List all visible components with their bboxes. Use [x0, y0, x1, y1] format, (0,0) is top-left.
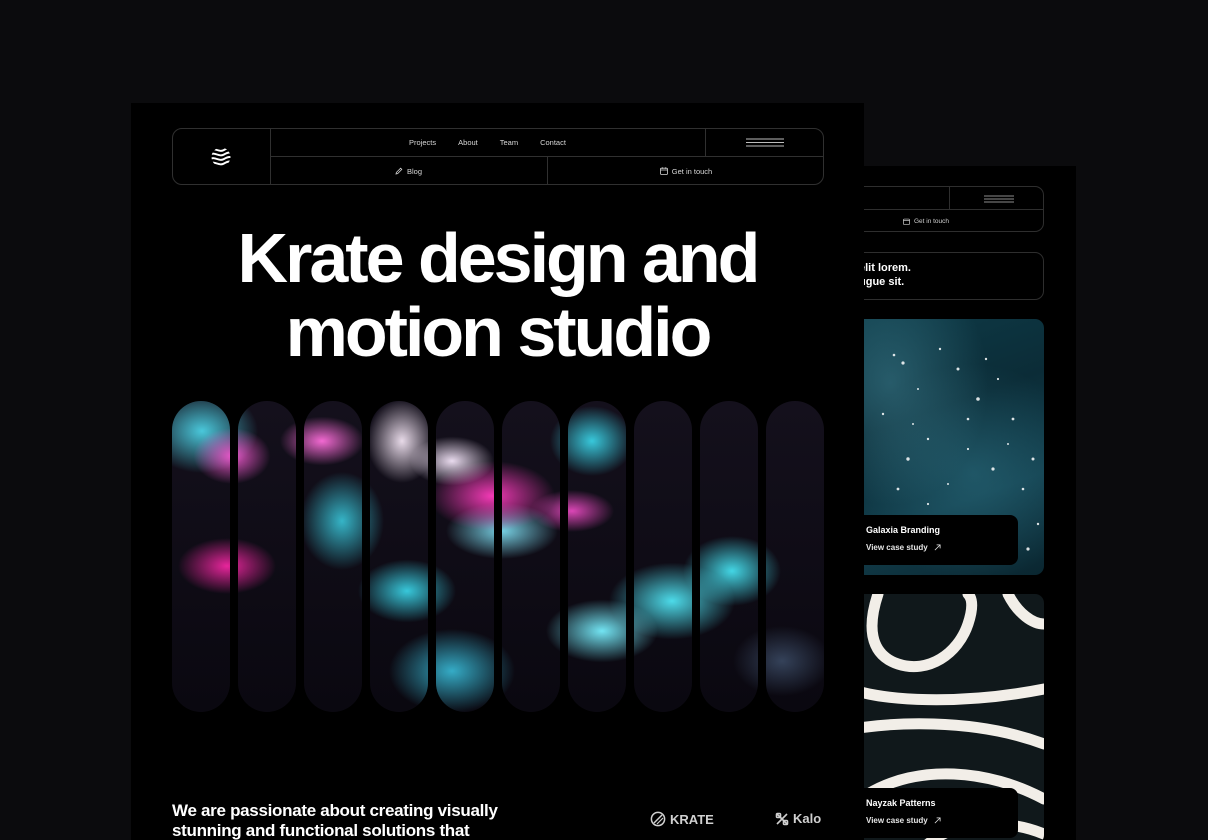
secondary-navbar: Get in touch	[848, 186, 1044, 232]
calendar-icon	[903, 218, 910, 225]
get-in-touch-button[interactable]: Get in touch	[548, 157, 824, 185]
art-strip	[568, 401, 626, 712]
art-strip	[634, 401, 692, 712]
hero-title-line-2: motion studio	[285, 293, 713, 371]
nav-link-projects[interactable]: Projects	[409, 138, 436, 147]
card-title: Nayzak Patterns	[866, 798, 936, 808]
secondary-page-preview: Get in touch elit lorem. ugue sit. Galax…	[848, 166, 1076, 840]
blog-button[interactable]: Blog	[270, 157, 547, 185]
kalo-logo-icon	[775, 812, 789, 825]
tagline-line-2: stunning and functional solutions that	[172, 821, 470, 840]
brand-name: KRATE	[670, 811, 714, 827]
tagline-line-1: We are passionate about creating visuall…	[172, 801, 498, 820]
art-strip	[436, 401, 494, 712]
view-case-study-link[interactable]: View case study	[866, 543, 1008, 552]
hamburger-icon	[746, 138, 784, 147]
client-logo-krate: KRATE	[650, 811, 714, 827]
nav-link-team[interactable]: Team	[500, 138, 518, 147]
nav-link-contact[interactable]: Contact	[540, 138, 566, 147]
card-caption: Galaxia Branding View case study	[856, 515, 1018, 565]
case-study-card-nayzak[interactable]: Nayzak Patterns View case study	[848, 594, 1044, 840]
wave-logo-icon[interactable]	[209, 145, 233, 169]
hamburger-icon	[984, 195, 1014, 203]
art-strip	[766, 401, 824, 712]
arrow-up-right-icon	[934, 817, 941, 824]
calendar-icon	[659, 167, 668, 175]
art-strip	[370, 401, 428, 712]
arrow-up-right-icon	[934, 544, 941, 551]
divider	[949, 187, 950, 209]
art-strip	[502, 401, 560, 712]
view-case-study-label: View case study	[866, 543, 928, 552]
get-in-touch-label: Get in touch	[671, 166, 713, 176]
pencil-icon	[395, 167, 403, 175]
art-strip	[304, 401, 362, 712]
hamburger-menu-button[interactable]	[959, 193, 1039, 205]
client-logo-kalo: Kalo	[775, 811, 821, 826]
hero-title: Krate design and motion studio	[131, 221, 864, 369]
krate-logo-icon	[650, 811, 666, 827]
get-in-touch-label: Get in touch	[913, 217, 950, 225]
brand-name: Kalo	[793, 811, 822, 826]
card-caption: Nayzak Patterns View case study	[856, 788, 1018, 838]
art-strip	[238, 401, 296, 712]
hamburger-menu-button[interactable]	[706, 129, 824, 156]
secondary-hero-box: elit lorem. ugue sit.	[848, 252, 1044, 300]
art-strip	[172, 401, 230, 712]
secondary-hero-line-2: ugue sit.	[859, 276, 905, 288]
view-case-study-link[interactable]: View case study	[866, 816, 1008, 825]
case-study-card-galaxia[interactable]: Galaxia Branding View case study	[848, 319, 1044, 575]
about-tagline: We are passionate about creating visuall…	[172, 801, 522, 840]
hero-title-line-1: Krate design and	[237, 219, 761, 297]
secondary-hero-line-1: elit lorem.	[859, 262, 911, 274]
view-case-study-label: View case study	[866, 816, 928, 825]
get-in-touch-button[interactable]: Get in touch	[848, 210, 1043, 232]
nav-link-about[interactable]: About	[458, 138, 478, 147]
hero-art-strips	[172, 401, 824, 712]
card-title: Galaxia Branding	[866, 525, 941, 535]
nav-links: Projects About Team Contact	[270, 129, 705, 156]
blog-label: Blog	[406, 166, 422, 176]
navbar: Projects About Team Contact Blog Get in …	[172, 128, 824, 185]
main-page-preview: Projects About Team Contact Blog Get in …	[131, 103, 864, 840]
art-strip	[700, 401, 758, 712]
